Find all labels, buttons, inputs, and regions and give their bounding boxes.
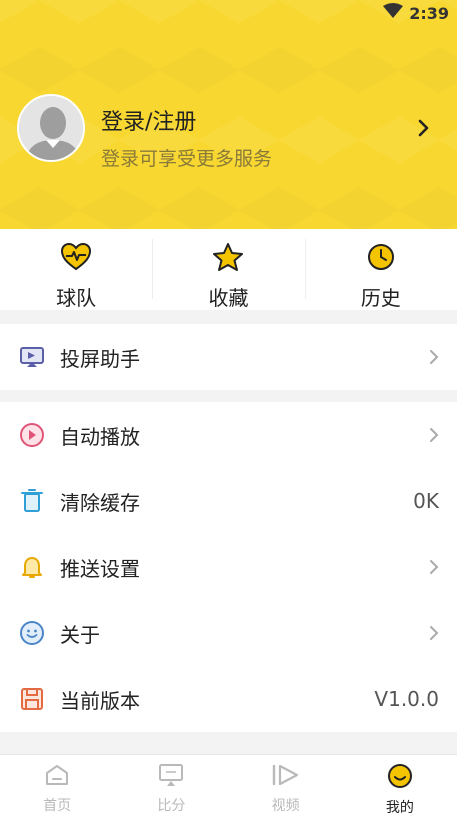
menu-group-cast: 投屏助手 xyxy=(0,324,457,390)
menu-item-label: 关于 xyxy=(60,622,100,647)
menu-item-about[interactable]: 关于 xyxy=(0,600,457,666)
menu-item-label: 清除缓存 xyxy=(60,490,140,515)
wifi-icon xyxy=(383,3,404,23)
chevron-right-icon xyxy=(429,534,439,600)
scoreboard-icon xyxy=(158,763,184,791)
quick-action-label: 历史 xyxy=(360,286,401,310)
menu-item-label: 推送设置 xyxy=(60,556,140,581)
tab-score[interactable]: 比分 xyxy=(114,755,228,813)
menu-item-label: 投屏助手 xyxy=(60,346,140,371)
clock-icon xyxy=(365,242,397,276)
tab-label: 比分 xyxy=(157,798,186,813)
screen-cast-icon xyxy=(19,344,45,370)
tab-label: 视频 xyxy=(271,798,300,813)
quick-actions: 球队 收藏 历史 xyxy=(0,229,457,310)
version-value: V1.0.0 xyxy=(374,687,439,711)
tab-mine[interactable]: 我的 xyxy=(343,755,457,813)
status-bar: 2:39 xyxy=(383,0,449,26)
avatar[interactable] xyxy=(17,94,85,162)
tab-label: 我的 xyxy=(385,800,414,813)
quick-action-label: 球队 xyxy=(56,286,97,310)
bottom-tab-bar: 首页 比分 视频 我的 xyxy=(0,754,457,813)
play-circle-icon xyxy=(19,422,45,448)
tab-video[interactable]: 视频 xyxy=(229,755,343,813)
tab-home[interactable]: 首页 xyxy=(0,755,114,813)
status-time: 2:39 xyxy=(409,3,449,23)
menu-item-autoplay[interactable]: 自动播放 xyxy=(0,402,457,468)
chevron-right-icon xyxy=(429,402,439,468)
quick-action-favorites[interactable]: 收藏 xyxy=(152,229,304,310)
bell-icon xyxy=(19,554,45,580)
chevron-right-icon xyxy=(429,600,439,666)
video-icon xyxy=(271,763,301,791)
tab-label: 首页 xyxy=(43,798,72,813)
quick-action-team[interactable]: 球队 xyxy=(0,229,152,310)
login-subtitle: 登录可享受更多服务 xyxy=(101,148,273,170)
menu-item-push-settings[interactable]: 推送设置 xyxy=(0,534,457,600)
smiley-icon xyxy=(19,620,45,646)
profile-face-icon xyxy=(387,763,413,793)
trash-icon xyxy=(19,488,45,514)
menu-item-label: 自动播放 xyxy=(60,424,140,449)
menu-item-clear-cache[interactable]: 清除缓存 0K xyxy=(0,468,457,534)
menu-item-version[interactable]: 当前版本 V1.0.0 xyxy=(0,666,457,732)
heart-pulse-icon xyxy=(60,242,92,276)
menu-item-label: 当前版本 xyxy=(60,688,140,713)
save-icon xyxy=(19,686,45,712)
chevron-right-icon[interactable] xyxy=(417,118,431,142)
menu-group-settings: 自动播放 清除缓存 0K 推送设置 关于 当前版本 V1.0.0 xyxy=(0,402,457,732)
profile-header: 2:39 登录/注册 登录可享受更多服务 xyxy=(0,0,457,229)
quick-action-history[interactable]: 历史 xyxy=(304,229,457,310)
chevron-right-icon xyxy=(429,324,439,390)
login-register-link[interactable]: 登录/注册 xyxy=(101,104,196,136)
cache-size-value: 0K xyxy=(413,489,439,513)
quick-action-label: 收藏 xyxy=(208,286,249,310)
star-icon xyxy=(212,242,244,276)
menu-item-screen-cast[interactable]: 投屏助手 xyxy=(0,324,457,390)
home-icon xyxy=(44,763,70,791)
